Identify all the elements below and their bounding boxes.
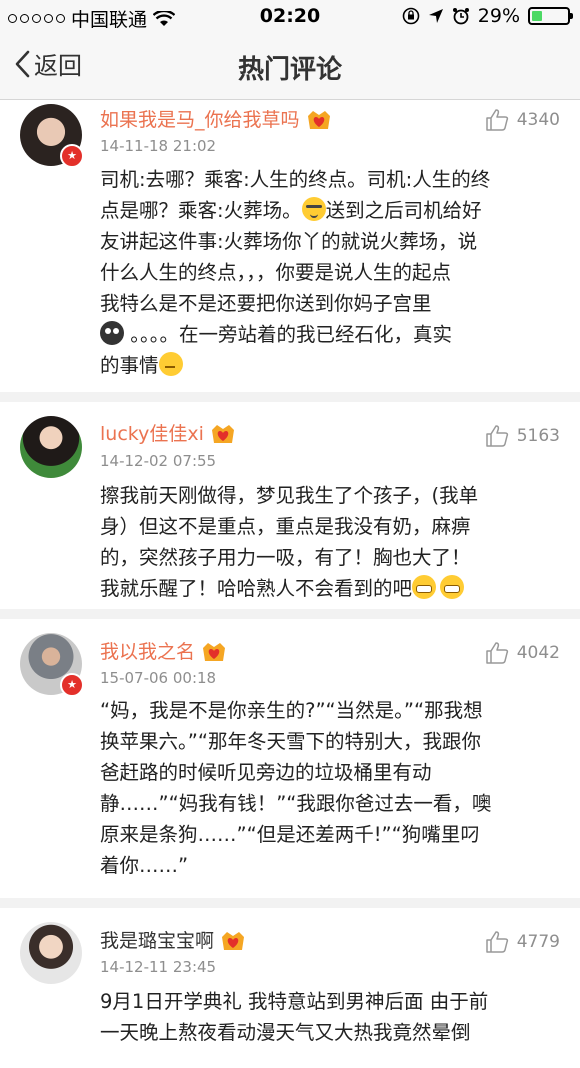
alarm-icon	[452, 8, 469, 25]
avatar[interactable]	[20, 416, 82, 478]
thumbs-up-icon	[485, 931, 508, 953]
page-title: 热门评论	[237, 55, 342, 85]
comment-text: 擦我前天刚做得，梦见我生了个孩子，(我单 身）但这不是重点，重点是我没有奶，麻痹…	[100, 484, 479, 600]
grin-emoji-icon	[412, 575, 437, 599]
comment-text: “妈，我是不是你亲生的?”“当然是。”“那我想 换苹果六。”“那年冬天雪下的特别…	[100, 699, 492, 877]
comment-time: 14-12-11 23:45	[100, 958, 217, 976]
thinking-emoji-icon	[158, 352, 183, 376]
commenter-name[interactable]: 如果我是马_你给我草吗	[100, 105, 332, 132]
thumbs-up-icon	[485, 109, 508, 131]
commenter-name[interactable]: lucky佳佳xi	[100, 419, 236, 446]
avatar[interactable]: ★	[20, 633, 84, 697]
comment-text: 司机:去哪？乘客:人生的终点。司机:人生的终 点是哪？乘客:火葬场。 送到之后司机…	[100, 168, 491, 377]
thumbs-up-icon	[485, 425, 508, 447]
verified-badge-icon: ★	[60, 144, 84, 168]
comment-text: 9月1日开学典礼 我特意站到男神后面 由于前 一天晚上熬夜看动漫天气又大热我竟然…	[100, 990, 489, 1044]
comment-time: 14-11-18 21:02	[100, 137, 217, 155]
crown-heart-badge-icon	[307, 110, 330, 129]
like-button[interactable]: 4779	[485, 930, 560, 954]
grin-emoji-icon	[440, 575, 465, 599]
comment-item: ★ 如果我是马_你给我草吗 14-11-18 21:02 4340 司机:去哪？…	[0, 100, 580, 402]
like-button[interactable]: 4340	[485, 108, 560, 132]
like-button[interactable]: 5163	[485, 424, 560, 448]
avatar[interactable]: ★	[20, 104, 84, 168]
like-count: 4042	[516, 643, 560, 663]
battery-percent: 29%	[477, 5, 520, 27]
location-icon	[428, 9, 443, 23]
comment-item: 我是璐宝宝啊 14-12-11 23:45 4779 9月1日开学典礼 我特意站…	[0, 908, 580, 1068]
like-count: 4779	[516, 932, 560, 952]
commenter-name[interactable]: 我是璐宝宝啊	[100, 926, 246, 953]
comment-list: ★ 如果我是马_你给我草吗 14-11-18 21:02 4340 司机:去哪？…	[0, 100, 580, 1068]
comment-item: ★ 我以我之名 15-07-06 00:18 4042 “妈，我是不是你亲生的?…	[0, 619, 580, 908]
status-bar: 中国联通 02:20 29%	[0, 0, 580, 32]
thumbs-up-icon	[485, 642, 508, 664]
sleepy-emoji-icon	[301, 197, 326, 221]
like-count: 5163	[516, 426, 560, 446]
crown-heart-badge-icon	[222, 931, 245, 950]
battery-icon	[528, 7, 573, 25]
crown-heart-badge-icon	[211, 424, 234, 443]
comment-item: lucky佳佳xi 14-12-02 07:55 5163 擦我前天刚做得，梦见…	[0, 402, 580, 619]
comment-time: 14-12-02 07:55	[100, 452, 217, 470]
commenter-name[interactable]: 我以我之名	[100, 637, 227, 664]
verified-badge-icon: ★	[60, 673, 84, 697]
like-count: 4340	[516, 110, 560, 130]
navigation-bar: 返回 热门评论	[0, 32, 580, 100]
orientation-lock-icon	[402, 7, 420, 25]
black-emoji-icon	[100, 321, 124, 345]
like-button[interactable]: 4042	[485, 641, 560, 665]
avatar[interactable]	[20, 922, 82, 984]
crown-heart-badge-icon	[203, 642, 226, 661]
comment-time: 15-07-06 00:18	[100, 669, 217, 687]
